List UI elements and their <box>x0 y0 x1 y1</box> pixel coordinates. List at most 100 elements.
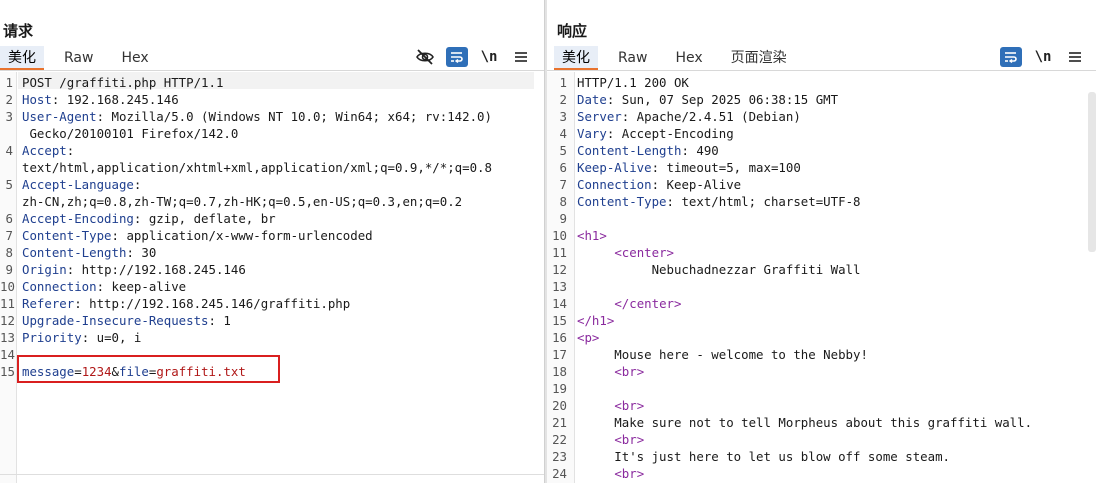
code-token: : http://192.168.245.146/graffiti.php <box>74 296 351 311</box>
request-editor[interactable]: 1 POST /graffiti.php HTTP/1.1 2 Host: 192.1… <box>0 72 544 483</box>
tab-response-3[interactable]: 页面渲染 <box>731 46 787 70</box>
wrap-lines-icon[interactable] <box>446 47 468 67</box>
line-number: 4 <box>559 126 567 141</box>
line-number: 22 <box>552 432 567 447</box>
code-token: : u=0, i <box>81 330 142 345</box>
line-number: 5 <box>559 143 567 158</box>
code-text: Priority: u=0, i <box>22 329 141 346</box>
code-token: </center> <box>614 296 682 311</box>
code-token: : <box>66 143 75 158</box>
code-token: Nebuchadnezzar Graffiti Wall <box>577 262 861 277</box>
code-text: zh-CN,zh;q=0.8,zh-TW;q=0.7,zh-HK;q=0.5,e… <box>22 193 462 210</box>
code-token: HTTP/1.1 200 OK <box>577 75 689 90</box>
line-number: 3 <box>559 109 567 124</box>
line-number: 1 <box>5 75 13 90</box>
code-token: Vary <box>577 126 607 141</box>
code-token: : application/x-www-form-urlencoded <box>111 228 373 243</box>
line-number: 7 <box>5 228 13 243</box>
code-text: Make sure not to tell Morpheus about thi… <box>577 414 1032 431</box>
response-vscrollbar[interactable] <box>1088 92 1096 252</box>
code-token: Content-Type <box>577 194 667 209</box>
code-text: Connection: Keep-Alive <box>577 176 741 193</box>
line-number: 8 <box>559 194 567 209</box>
line-number: 10 <box>0 279 15 294</box>
line-number: 8 <box>5 245 13 260</box>
code-token: : 490 <box>681 143 719 158</box>
request-title: 请求 <box>3 22 34 40</box>
newline-toggle-button[interactable]: \n <box>1032 47 1054 67</box>
code-text: Content-Length: 30 <box>22 244 156 261</box>
code-token: Gecko/20100101 Firefox/142.0 <box>22 126 239 141</box>
code-token: It's just here to let us blow off some s… <box>577 449 950 464</box>
code-token: : Mozilla/5.0 (Windows NT 10.0; Win64; x… <box>96 109 492 124</box>
code-token: User-Agent <box>22 109 97 124</box>
line-number: 14 <box>552 296 567 311</box>
wrap-lines-icon[interactable] <box>1000 47 1022 67</box>
code-text: User-Agent: Mozilla/5.0 (Windows NT 10.0… <box>22 108 492 125</box>
code-token: Referer <box>22 296 75 311</box>
body-highlight-box <box>17 355 280 383</box>
line-number: 24 <box>552 466 567 481</box>
line-number: 20 <box>552 398 567 413</box>
code-token: Upgrade-Insecure-Requests <box>22 313 209 328</box>
code-text: Vary: Accept-Encoding <box>577 125 734 142</box>
code-text: Host: 192.168.245.146 <box>22 91 179 108</box>
line-number: 1 <box>559 75 567 90</box>
code-token: text/html,application/xhtml+xml,applicat… <box>22 160 492 175</box>
code-token: Server <box>577 109 622 124</box>
response-toolbar: \n <box>990 47 1086 67</box>
code-text: POST /graffiti.php HTTP/1.1 <box>22 74 223 91</box>
code-token: Priority <box>22 330 82 345</box>
code-token: Mouse here - welcome to the Nebby! <box>577 347 868 362</box>
newline-toggle-button[interactable]: \n <box>478 47 500 67</box>
code-text: HTTP/1.1 200 OK <box>577 74 689 91</box>
tab-response-0[interactable]: 美化 <box>554 46 598 70</box>
code-token: : Apache/2.4.51 (Debian) <box>621 109 801 124</box>
response-pane: 响应 美化 Raw Hex 页面渲染 \n 1 HTTP/1.1 200 OK 2 Date… <box>547 0 1096 483</box>
line-number: 13 <box>552 279 567 294</box>
line-number: 15 <box>552 313 567 328</box>
line-number: 5 <box>5 177 13 192</box>
response-editor[interactable]: 1 HTTP/1.1 200 OK 2 Date: Sun, 07 Sep 2025 … <box>547 72 1096 483</box>
request-hscrollbar[interactable] <box>0 474 544 475</box>
code-token: : Sun, 07 Sep 2025 06:38:15 GMT <box>606 92 839 107</box>
code-text: Accept: <box>22 142 74 159</box>
line-number: 21 <box>552 415 567 430</box>
code-token: : gzip, deflate, br <box>133 211 276 226</box>
response-title: 响应 <box>557 22 588 40</box>
code-token: POST /graffiti.php HTTP/1.1 <box>22 75 224 90</box>
code-token: : <box>133 177 142 192</box>
request-tabs: 美化 Raw Hex <box>0 46 177 70</box>
tab-response-2[interactable]: Hex <box>675 46 702 70</box>
hamburger-menu-icon[interactable] <box>1064 47 1086 67</box>
line-number: 15 <box>0 364 15 379</box>
tab-request-2[interactable]: Hex <box>121 46 148 70</box>
code-text: Mouse here - welcome to the Nebby! <box>577 346 868 363</box>
code-token: Connection <box>22 279 97 294</box>
line-number: 9 <box>5 262 13 277</box>
line-number: 6 <box>5 211 13 226</box>
code-token: Content-Length <box>577 143 682 158</box>
eye-slash-icon[interactable] <box>414 47 436 67</box>
line-number: 11 <box>0 296 15 311</box>
code-token: Accept-Language <box>22 177 134 192</box>
tab-request-1[interactable]: Raw <box>64 46 93 70</box>
code-token: <p> <box>577 330 600 345</box>
line-number: 18 <box>552 364 567 379</box>
line-number: 2 <box>5 92 13 107</box>
code-text: It's just here to let us blow off some s… <box>577 448 950 465</box>
tab-request-0[interactable]: 美化 <box>0 46 44 70</box>
request-pane: 请求 美化 Raw Hex \n 1 POST /graffiti.php HTTP/… <box>0 0 544 483</box>
hamburger-menu-icon[interactable] <box>510 47 532 67</box>
tab-response-1[interactable]: Raw <box>618 46 647 70</box>
code-token: Host <box>22 92 52 107</box>
code-token: : 1 <box>208 313 231 328</box>
line-number: 6 <box>559 160 567 175</box>
code-text: Content-Type: application/x-www-form-url… <box>22 227 373 244</box>
